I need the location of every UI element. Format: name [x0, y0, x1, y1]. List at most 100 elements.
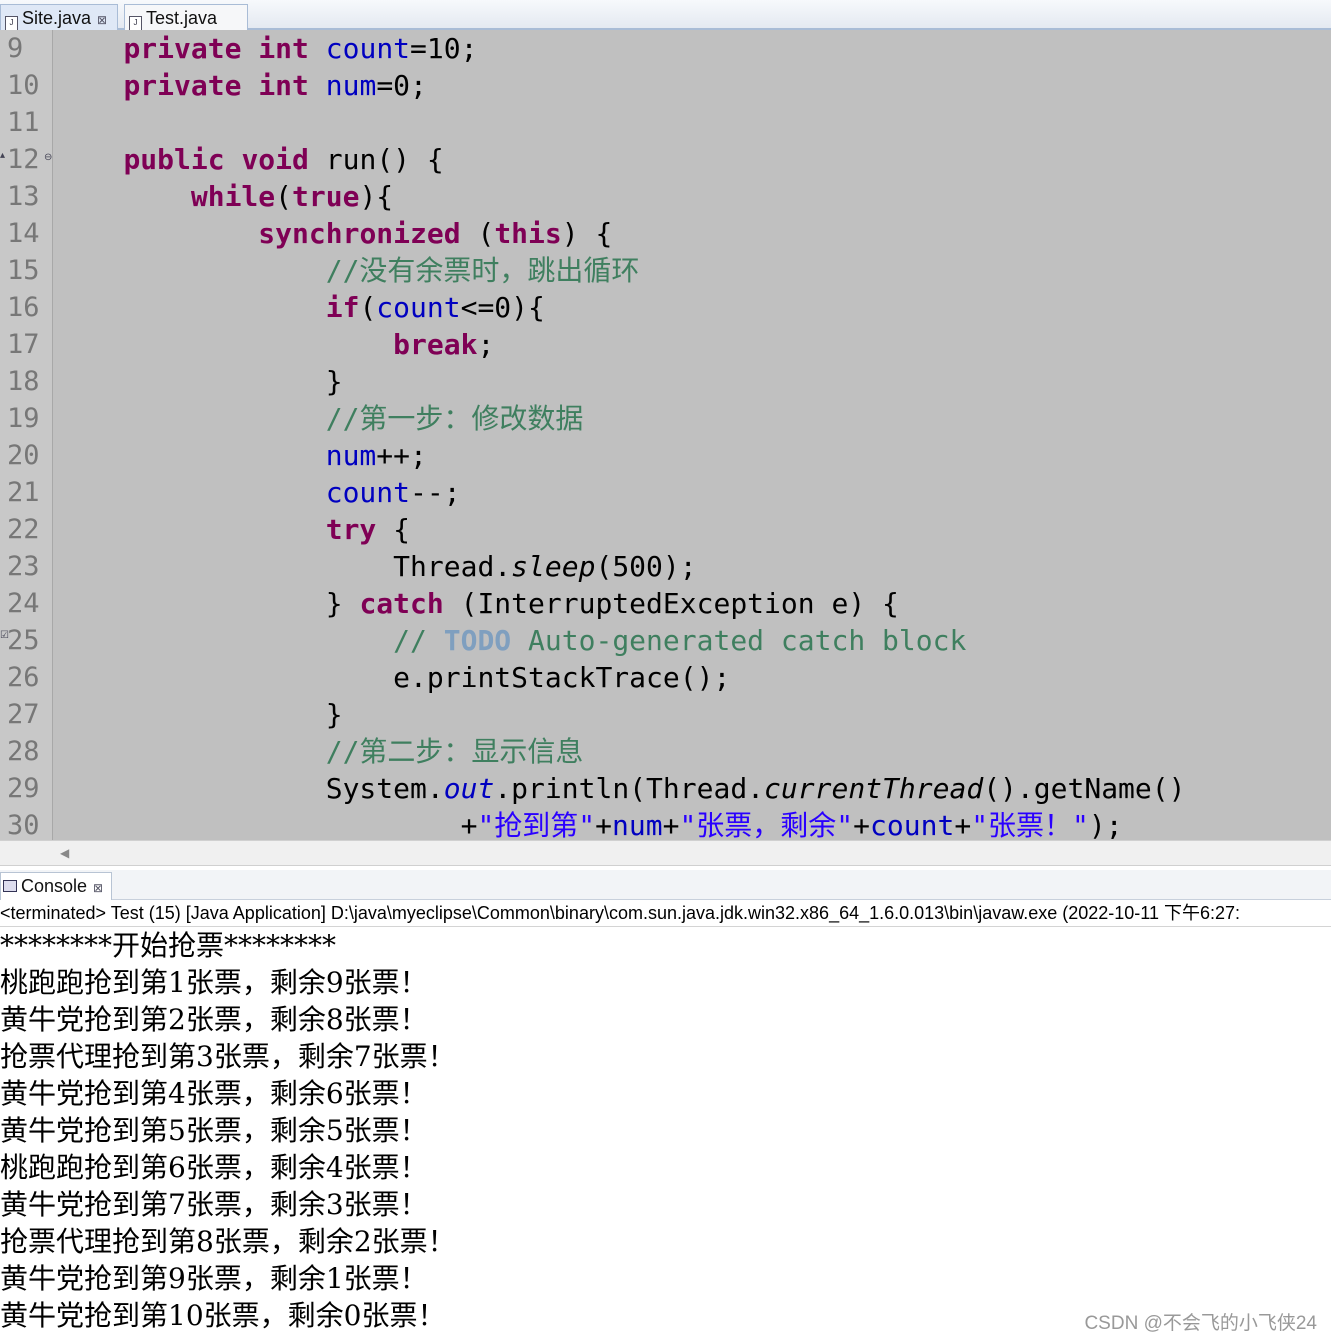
code-line: //第二步：显示信息: [56, 733, 584, 770]
todo-tag: TODO: [443, 624, 512, 657]
scroll-left-icon[interactable]: ◀: [60, 846, 69, 860]
fold-icon[interactable]: ⊖: [44, 152, 52, 163]
code-line: System.out.println(Thread.currentThread(…: [56, 770, 1186, 807]
output-line: 黄牛党抢到第4张票，剩余6张票！: [0, 1077, 428, 1110]
keyword: this: [494, 217, 562, 250]
output-line: 桃跑跑抢到第1张票，剩余9张票！: [0, 966, 428, 999]
console-output[interactable]: ********开始抢票******** 桃跑跑抢到第1张票，剩余9张票！ 黄牛…: [0, 927, 1331, 1341]
keyword: while: [190, 180, 276, 213]
code-line: //第一步：修改数据: [56, 400, 584, 437]
code-text: System.: [325, 772, 444, 805]
output-line: 抢票代理抢到第8张票，剩余2张票！: [0, 1225, 456, 1258]
code-text: --;: [410, 476, 461, 509]
output-line: 桃跑跑抢到第6张票，剩余4张票！: [0, 1151, 428, 1184]
field-name: count: [325, 32, 411, 65]
code-line: num++;: [56, 437, 427, 474]
string-literal: "张票！": [971, 809, 1089, 840]
field-name: num: [325, 69, 377, 102]
line-number: 20: [7, 440, 40, 471]
line-number: 9: [7, 33, 24, 64]
code-line: } catch (InterruptedException e) {: [56, 587, 899, 620]
field-name: count: [325, 476, 411, 509]
line-number: 11: [7, 107, 40, 138]
field-name: num: [612, 809, 663, 840]
task-marker-icon: ☑: [0, 630, 9, 641]
code-text: +: [954, 809, 972, 840]
line-number: 23: [7, 551, 40, 582]
code-text: +: [853, 809, 871, 840]
static-field: out: [443, 772, 495, 805]
code-line: }: [56, 363, 343, 400]
code-line: synchronized (this) {: [258, 217, 613, 250]
line-number-gutter: 9 10 11 12 ▴ ⊖ 13 14 15 16 17 18 19 20 2…: [0, 30, 53, 840]
code-text: +: [662, 809, 680, 840]
code-editor[interactable]: 9 10 11 12 ▴ ⊖ 13 14 15 16 17 18 19 20 2…: [0, 30, 1331, 840]
code-comment: Auto-generated catch block: [511, 624, 967, 657]
code-comment: //第一步：修改数据: [325, 402, 584, 435]
output-line: 抢票代理抢到第3张票，剩余7张票！: [0, 1040, 456, 1073]
code-text: <=0){: [460, 291, 545, 324]
code-text: }: [325, 365, 343, 398]
code-line: public void run() {: [56, 141, 444, 178]
output-line: 黄牛党抢到第10张票，剩余0张票！: [0, 1299, 446, 1332]
code-line: }: [56, 696, 343, 733]
close-icon[interactable]: ⊠: [93, 881, 103, 895]
line-number: 26: [7, 662, 40, 693]
code-line: if(count<=0){: [325, 291, 545, 324]
java-file-icon: J: [5, 16, 18, 31]
output-line: 黄牛党抢到第2张票，剩余8张票！: [0, 1003, 428, 1036]
console-status-line: <terminated> Test (15) [Java Application…: [0, 900, 1331, 927]
line-number: 27: [7, 699, 40, 730]
keyword: public: [123, 143, 225, 176]
keyword: int: [258, 32, 309, 65]
code-area[interactable]: private int count=10; private int num=0;…: [56, 30, 1331, 840]
tab-console[interactable]: Console ⊠: [0, 872, 112, 900]
code-line: Thread.sleep(500);: [56, 548, 696, 585]
string-literal: "抢到第": [477, 809, 596, 840]
code-line: try {: [325, 513, 411, 546]
keyword: if: [325, 291, 360, 324]
code-comment: //第二步：显示信息: [325, 735, 584, 768]
tab-site-java[interactable]: J Site.java ⊠: [0, 4, 118, 31]
tab-label: Site.java: [22, 8, 92, 28]
output-line: ********开始抢票********: [0, 929, 337, 962]
code-text: e.printStackTrace();: [393, 661, 731, 694]
keyword: catch: [359, 587, 444, 620]
line-number: 17: [7, 329, 40, 360]
output-line: 黄牛党抢到第7张票，剩余3张票！: [0, 1188, 428, 1221]
code-line: while(true){: [190, 180, 394, 213]
line-number: 14: [7, 218, 40, 249]
tab-test-java[interactable]: J Test.java: [124, 4, 248, 31]
code-line: count--;: [56, 474, 461, 511]
code-text: =0;: [376, 69, 427, 102]
code-line: private int count=10;: [56, 30, 477, 67]
line-number: 13: [7, 181, 40, 212]
code-text: );: [1088, 809, 1123, 840]
code-line: +"抢到第"+num+"张票，剩余"+count+"张票！");: [56, 807, 1123, 840]
editor-tab-bar: J Site.java ⊠ J Test.java: [0, 0, 1331, 31]
close-icon[interactable]: ⊠: [97, 13, 107, 27]
java-file-icon: J: [129, 16, 142, 31]
line-number: 15: [7, 255, 40, 286]
line-number: 18: [7, 366, 40, 397]
code-text: .println(Thread.: [494, 772, 765, 805]
horizontal-scrollbar[interactable]: ◀: [0, 840, 1331, 866]
code-text: run() {: [325, 143, 444, 176]
keyword: true: [292, 180, 360, 213]
code-text: }: [325, 698, 343, 731]
code-text: +: [595, 809, 613, 840]
code-comment: //: [393, 624, 444, 657]
console-tab-bar: Console ⊠: [0, 870, 1331, 900]
field-name: count: [376, 291, 461, 324]
line-number: 28: [7, 736, 40, 767]
keyword: try: [325, 513, 377, 546]
line-number: 16: [7, 292, 40, 323]
code-text: +: [460, 809, 478, 840]
field-name: num: [325, 439, 377, 472]
static-method: sleep: [511, 550, 596, 583]
keyword: void: [241, 143, 309, 176]
tab-label: Test.java: [146, 8, 218, 28]
code-text: ().getName(): [983, 772, 1186, 805]
code-line: //没有余票时，跳出循环: [56, 252, 640, 289]
line-number: 21: [7, 477, 40, 508]
